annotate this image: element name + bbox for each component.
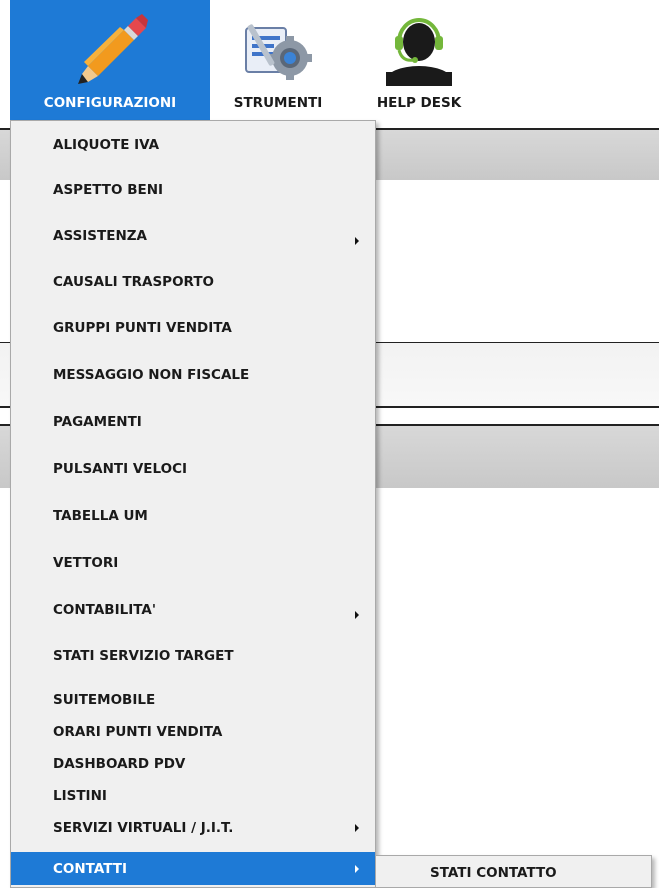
contatti-submenu: STATI CONTATTO <box>375 855 652 888</box>
menu-item-aliquote-iva[interactable]: ALIQUOTE IVA <box>11 123 375 167</box>
menu-item-label: MESSAGGIO NON FISCALE <box>53 367 250 383</box>
menu-item-label: STATI SERVIZIO TARGET <box>53 648 234 664</box>
menu-item-label: PAGAMENTI <box>53 414 142 430</box>
menu-item-label: SERVIZI VIRTUALI / J.I.T. <box>53 820 234 836</box>
ribbon-toolbar: CONFIGURAZIONI STRUMENTI HELP DESK <box>0 0 659 122</box>
menu-item-label: DASHBOARD PDV <box>53 756 186 772</box>
submenu-arrow-icon <box>355 824 359 832</box>
tools-gear-icon <box>245 24 312 80</box>
menu-item-label: LISTINI <box>53 788 107 804</box>
menu-item-suitemobile[interactable]: SUITEMOBILE <box>11 684 375 716</box>
menu-item-stati-servizio-target[interactable]: STATI SERVIZIO TARGET <box>11 633 375 679</box>
menu-item-label: VETTORI <box>53 555 119 571</box>
menu-item-label: CAUSALI TRASPORTO <box>53 274 215 290</box>
menu-item-assistenza[interactable]: ASSISTENZA <box>11 213 375 259</box>
menu-item-orari-punti-vendita[interactable]: ORARI PUNTI VENDITA <box>11 716 375 748</box>
help-desk-label: HELP DESK <box>376 95 462 111</box>
menu-item-listini[interactable]: LISTINI <box>11 780 375 812</box>
menu-item-contatti[interactable]: CONTATTI <box>11 852 375 885</box>
menu-item-label: TABELLA UM <box>53 508 148 524</box>
menu-item-label: CONTATTI <box>53 860 127 877</box>
pencil-icon <box>78 14 148 84</box>
menu-item-messaggio-non-fiscale[interactable]: MESSAGGIO NON FISCALE <box>11 351 375 399</box>
strumenti-label: STRUMENTI <box>233 95 323 111</box>
submenu-arrow-icon <box>355 611 359 619</box>
submenu-arrow-icon <box>355 237 359 245</box>
menu-item-servizi-virtuali[interactable]: SERVIZI VIRTUALI / J.I.T. <box>11 812 375 844</box>
menu-item-contabilita[interactable]: CONTABILITA' <box>11 587 375 633</box>
menu-item-causali-trasporto[interactable]: CAUSALI TRASPORTO <box>11 259 375 305</box>
configurazioni-button[interactable]: CONFIGURAZIONI <box>10 0 210 122</box>
submenu-item-label: STATI CONTATTO <box>430 864 557 881</box>
menu-item-label: PULSANTI VELOCI <box>53 461 188 477</box>
menu-item-dashboard-pdv[interactable]: DASHBOARD PDV <box>11 748 375 780</box>
submenu-arrow-icon <box>355 864 359 873</box>
menu-item-aspetto-beni[interactable]: ASPETTO BENI <box>11 167 375 213</box>
menu-item-gruppi-punti-vendita[interactable]: GRUPPI PUNTI VENDITA <box>11 305 375 351</box>
menu-item-label: ASSISTENZA <box>53 228 147 244</box>
help-desk-button[interactable]: HELP DESK <box>356 0 482 122</box>
menu-item-pagamenti[interactable]: PAGAMENTI <box>11 399 375 445</box>
menu-item-vettori[interactable]: VETTORI <box>11 539 375 587</box>
headset-user-icon <box>386 18 452 86</box>
configurazioni-dropdown-menu: ALIQUOTE IVA ASPETTO BENI ASSISTENZA CAU… <box>10 120 376 888</box>
menu-item-tabella-um[interactable]: TABELLA UM <box>11 493 375 539</box>
menu-item-label: GRUPPI PUNTI VENDITA <box>53 320 232 336</box>
menu-item-pulsanti-veloci[interactable]: PULSANTI VELOCI <box>11 445 375 493</box>
submenu-item-stati-contatto[interactable]: STATI CONTATTO <box>376 857 651 888</box>
menu-item-label: ALIQUOTE IVA <box>53 137 160 153</box>
menu-item-label: CONTABILITA' <box>53 602 156 618</box>
menu-item-label: ORARI PUNTI VENDITA <box>53 724 223 740</box>
menu-item-label: SUITEMOBILE <box>53 692 156 708</box>
configurazioni-label: CONFIGURAZIONI <box>43 95 177 111</box>
strumenti-button[interactable]: STRUMENTI <box>220 0 336 122</box>
menu-item-label: ASPETTO BENI <box>53 182 164 198</box>
